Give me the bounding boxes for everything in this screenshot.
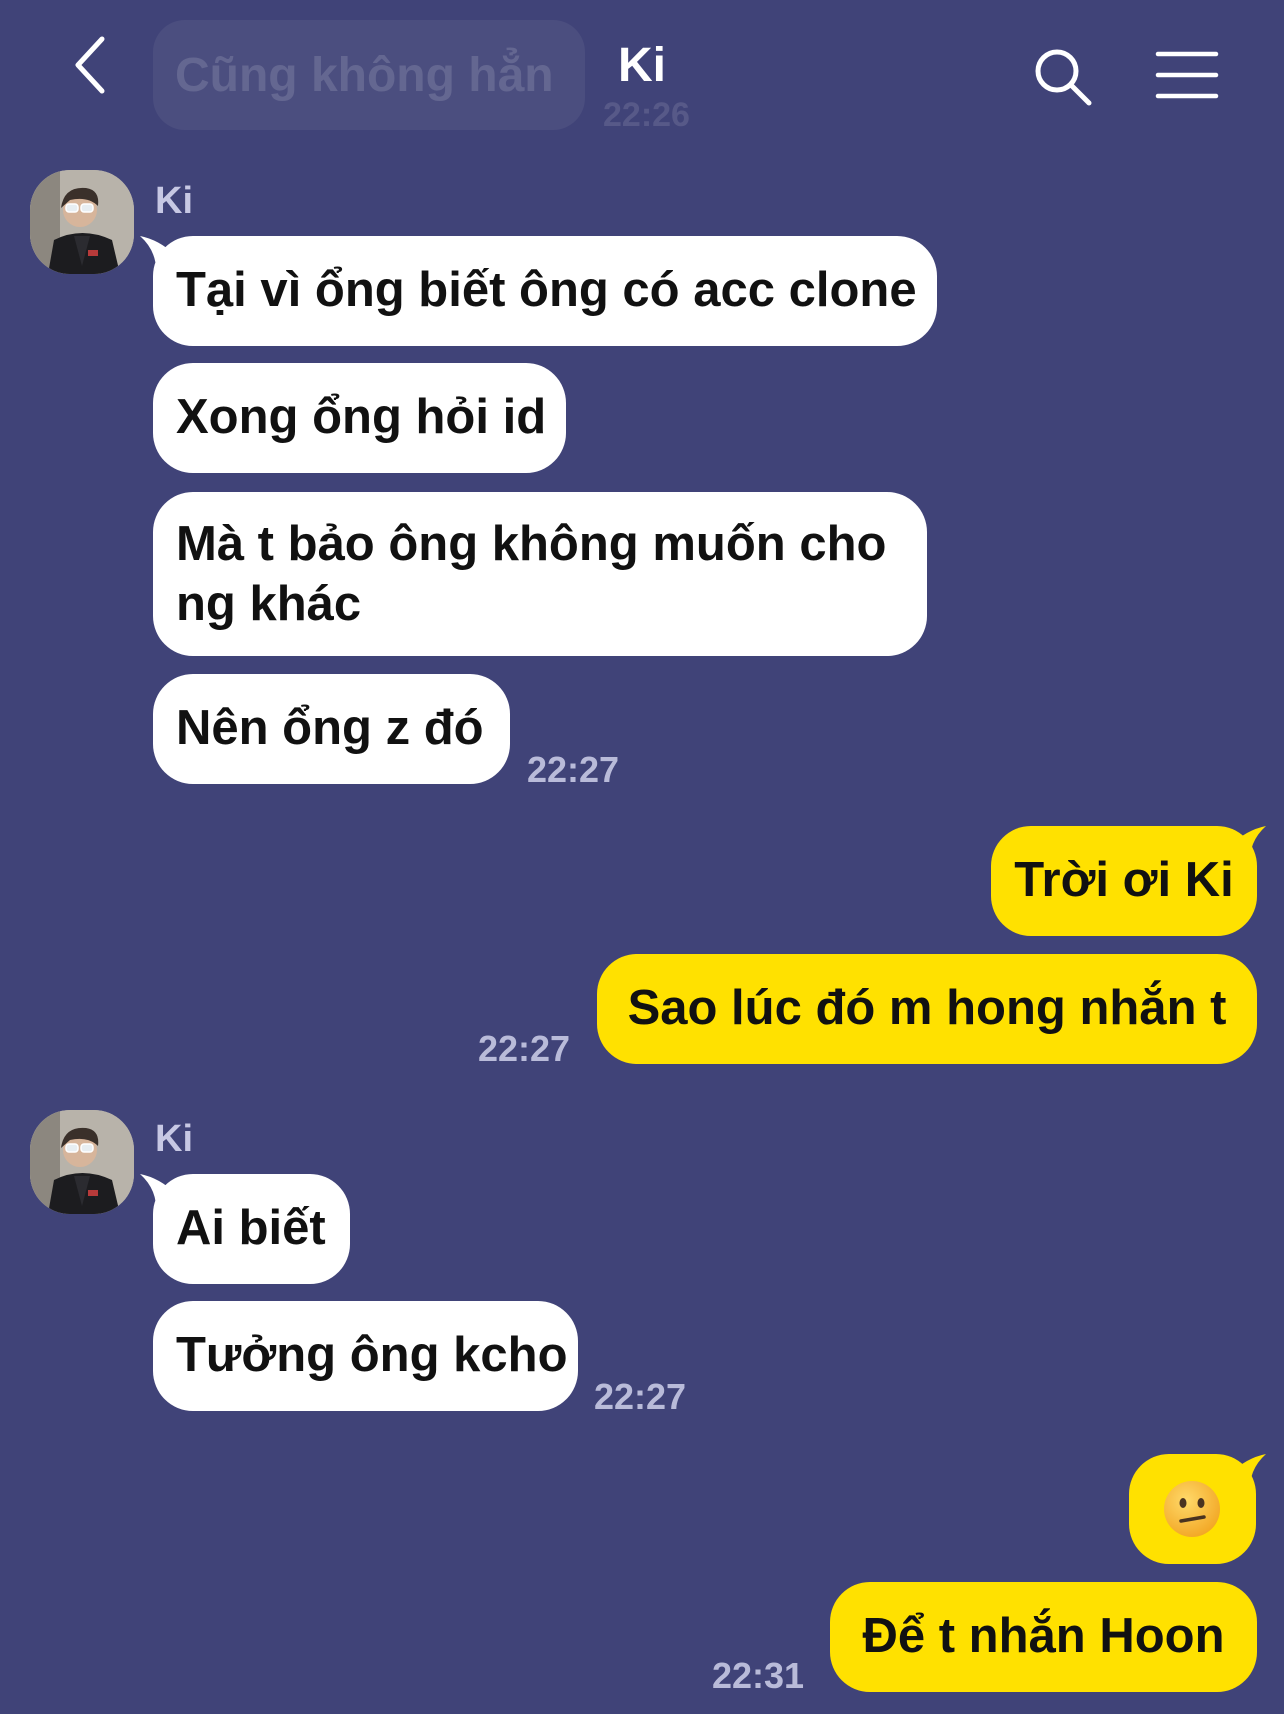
hamburger-menu-icon — [1155, 51, 1219, 99]
previous-message-text: Cũng không hẳn — [175, 48, 554, 102]
back-button[interactable] — [60, 30, 120, 100]
chevron-left-icon — [75, 36, 105, 94]
message-text: Xong ổng hỏi id — [176, 390, 547, 444]
sender-name: Ki — [155, 1118, 193, 1160]
message-time: 22:31 — [712, 1655, 805, 1696]
chat-header: Cũng không hẳn 22:26 Ki — [0, 0, 1284, 140]
confused-face-emoji-icon — [1162, 1479, 1222, 1539]
message-bubble[interactable]: Trời ơi Ki — [991, 826, 1257, 936]
message-bubble[interactable]: 😕 — [1129, 1454, 1256, 1564]
message-bubble[interactable]: Sao lúc đó m hong nhắn t — [597, 954, 1257, 1064]
message-bubble[interactable]: Ai biết — [153, 1174, 350, 1284]
message-text: Tại vì ổng biết ông có acc clone — [176, 263, 917, 317]
message-text: Trời ơi Ki — [1014, 853, 1234, 907]
message-text: Để t nhắn Hoon — [862, 1609, 1225, 1663]
message-bubble[interactable]: Để t nhắn Hoon — [830, 1582, 1257, 1692]
message-time: 22:27 — [594, 1376, 687, 1417]
message-bubble[interactable]: Tưởng ông kcho — [153, 1301, 578, 1411]
search-button[interactable] — [1032, 46, 1094, 108]
search-icon — [1035, 49, 1092, 106]
message-text: Tưởng ông kcho — [176, 1328, 568, 1382]
message-bubble[interactable]: Xong ổng hỏi id — [153, 363, 566, 473]
message-bubble[interactable]: Mà t bảo ông không muốn cho ng khác — [153, 492, 927, 656]
avatar[interactable] — [30, 1110, 134, 1214]
previous-message-bubble: Cũng không hẳn — [153, 20, 585, 130]
menu-button[interactable] — [1155, 50, 1219, 100]
sender-name: Ki — [155, 180, 193, 222]
message-text: Ai biết — [176, 1201, 326, 1255]
profile-photo — [30, 1110, 134, 1214]
chat-title: Ki — [618, 39, 666, 92]
message-time: 22:27 — [527, 749, 620, 790]
chat-screen: Cũng không hẳn 22:26 Ki Ki Tại vì ổng bi… — [0, 0, 1284, 1714]
message-text: Sao lúc đó m hong nhắn t — [627, 981, 1227, 1035]
message-bubble[interactable]: Tại vì ổng biết ông có acc clone — [153, 236, 937, 346]
message-text: Nên ổng z đó — [176, 701, 484, 755]
message-time: 22:27 — [478, 1028, 571, 1069]
message-bubble[interactable]: Nên ổng z đó — [153, 674, 510, 784]
profile-photo — [30, 170, 134, 274]
avatar[interactable] — [30, 170, 134, 274]
previous-message-time: 22:26 — [603, 96, 690, 134]
message-text: Mà t bảo ông không muốn cho ng khác — [176, 517, 887, 631]
